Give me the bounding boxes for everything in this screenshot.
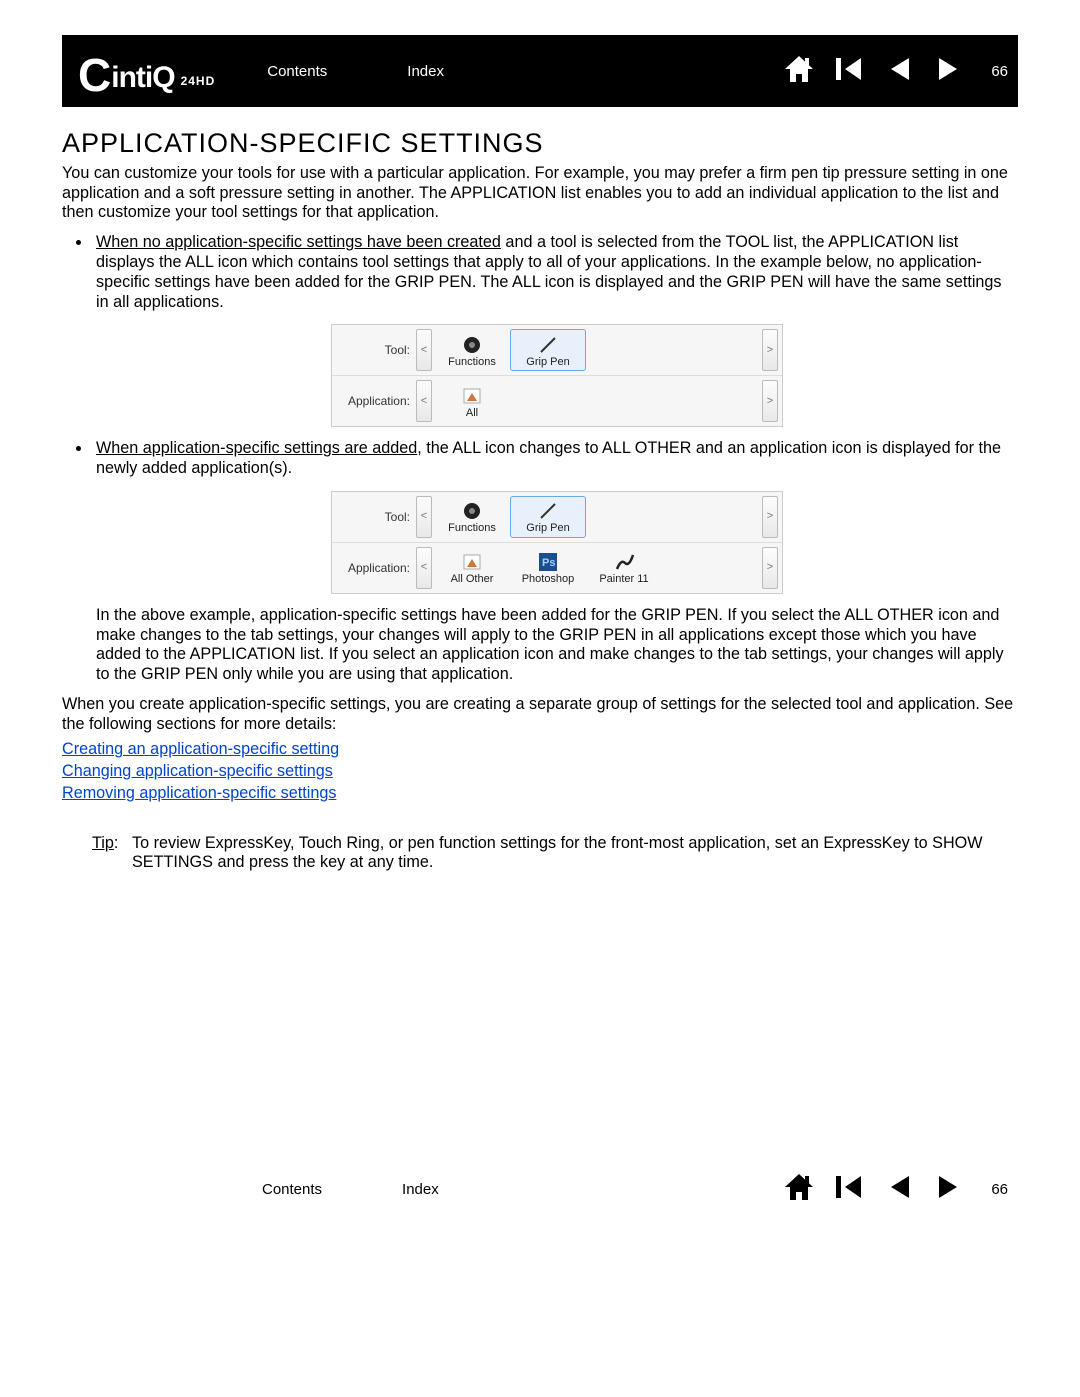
photoshop-icon: Ps	[535, 551, 561, 573]
after-panel2-paragraph: In the above example, application-specif…	[96, 606, 1018, 685]
contents-link-bottom[interactable]: Contents	[262, 1181, 322, 1198]
index-link[interactable]: Index	[407, 63, 444, 80]
scroll-left-button[interactable]: <	[416, 496, 432, 538]
app-label-painter: Painter 11	[599, 573, 648, 586]
home-icon[interactable]	[783, 1172, 815, 1207]
index-link-bottom[interactable]: Index	[402, 1181, 439, 1198]
link-changing[interactable]: Changing application-specific settings	[62, 762, 1018, 782]
header-bar: C intiQ 24HD Contents Index 66	[62, 35, 1018, 107]
tip-label: Tip	[92, 834, 114, 852]
home-icon[interactable]	[783, 54, 815, 89]
page-number-top: 66	[991, 63, 1008, 80]
app-item-photoshop[interactable]: Ps Photoshop	[510, 547, 586, 589]
tip-text: To review ExpressKey, Touch Ring, or pen…	[132, 834, 1018, 874]
functions-icon	[459, 334, 485, 356]
scroll-left-button[interactable]: <	[416, 329, 432, 371]
tool-item-grip-pen[interactable]: Grip Pen	[510, 496, 586, 538]
intro-paragraph: You can customize your tools for use wit…	[62, 164, 1018, 223]
page-number-bottom: 66	[991, 1181, 1008, 1198]
tool-item-functions[interactable]: Functions	[434, 329, 510, 371]
tool-label-functions: Functions	[448, 522, 496, 535]
application-label: Application:	[336, 394, 416, 409]
footer-bar: Contents Index 66	[62, 1153, 1018, 1225]
settings-panel-2: Tool: < Functions Grip Pen	[331, 491, 783, 594]
all-other-icon	[459, 551, 485, 573]
logo-c: C	[78, 52, 111, 98]
page-title: APPLICATION-SPECIFIC SETTINGS	[62, 127, 1018, 160]
tool-label-grip-pen: Grip Pen	[526, 522, 569, 535]
app-label-all: All	[466, 407, 478, 420]
tool-label-functions: Functions	[448, 356, 496, 369]
prev-page-icon[interactable]	[883, 1172, 915, 1207]
scroll-right-button[interactable]: >	[762, 329, 778, 371]
bullet-1: When no application-specific settings ha…	[92, 233, 1018, 427]
app-label-all-other: All Other	[451, 573, 494, 586]
all-apps-icon	[459, 385, 485, 407]
application-label: Application:	[336, 561, 416, 576]
logo-text: intiQ	[111, 61, 174, 95]
scroll-left-button[interactable]: <	[416, 380, 432, 422]
next-page-icon[interactable]	[933, 1172, 965, 1207]
pen-icon	[535, 334, 561, 356]
pen-icon	[535, 500, 561, 522]
app-item-all-other[interactable]: All Other	[434, 547, 510, 589]
scroll-right-button[interactable]: >	[762, 547, 778, 589]
tool-item-functions[interactable]: Functions	[434, 496, 510, 538]
bullet-2: When application-specific settings are a…	[92, 439, 1018, 685]
next-page-icon[interactable]	[933, 54, 965, 89]
para-2: When you create application-specific set…	[62, 695, 1018, 735]
logo: C intiQ 24HD	[78, 48, 215, 95]
bullet-2-underline: When application-specific settings are a…	[96, 439, 417, 457]
tool-label: Tool:	[336, 343, 416, 358]
first-page-icon[interactable]	[833, 54, 865, 89]
link-creating[interactable]: Creating an application-specific setting	[62, 740, 1018, 760]
contents-link[interactable]: Contents	[267, 63, 327, 80]
svg-text:Ps: Ps	[542, 557, 555, 569]
scroll-left-button[interactable]: <	[416, 547, 432, 589]
scroll-right-button[interactable]: >	[762, 496, 778, 538]
scroll-right-button[interactable]: >	[762, 380, 778, 422]
app-label-photoshop: Photoshop	[522, 573, 575, 586]
link-removing[interactable]: Removing application-specific settings	[62, 784, 1018, 804]
functions-icon	[459, 500, 485, 522]
prev-page-icon[interactable]	[883, 54, 915, 89]
tool-label: Tool:	[336, 510, 416, 525]
painter-icon	[611, 551, 637, 573]
app-item-painter[interactable]: Painter 11	[586, 547, 662, 589]
app-item-all[interactable]: All	[434, 380, 510, 422]
tool-item-grip-pen[interactable]: Grip Pen	[510, 329, 586, 371]
tool-label-grip-pen: Grip Pen	[526, 356, 569, 369]
bullet-1-underline: When no application-specific settings ha…	[96, 233, 501, 251]
logo-subtext: 24HD	[181, 74, 216, 88]
first-page-icon[interactable]	[833, 1172, 865, 1207]
settings-panel-1: Tool: < Functions Grip Pen	[331, 324, 783, 427]
